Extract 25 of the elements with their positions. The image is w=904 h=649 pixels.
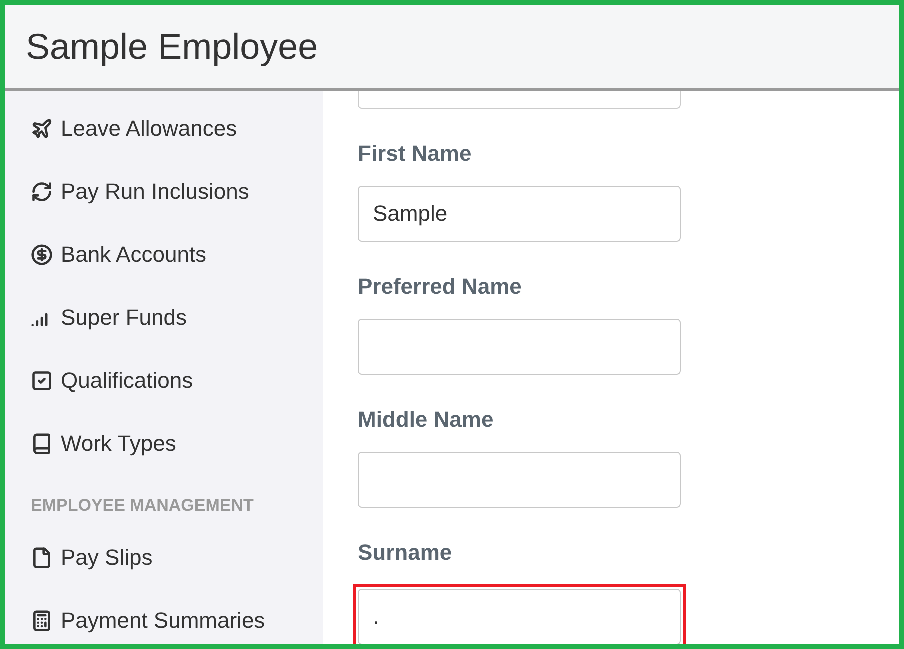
sidebar-item[interactable]: Pay Run Inclusions <box>61 178 250 206</box>
file-icon <box>31 546 53 568</box>
sidebar-item[interactable]: Bank Accounts <box>61 241 207 269</box>
sidebar-item[interactable]: Payment Summaries <box>61 606 266 634</box>
sidebar-heading: EMPLOYEE MANAGEMENT <box>31 495 255 517</box>
field-label: First Name <box>358 140 473 168</box>
window-title: Sample Employee <box>26 24 318 68</box>
text-field[interactable]: Sample <box>358 186 681 242</box>
plane-icon <box>31 118 53 140</box>
text-field[interactable] <box>358 319 681 375</box>
dollar-icon <box>31 244 53 266</box>
text-field[interactable]: . <box>358 589 681 644</box>
field-label: Middle Name <box>358 406 495 434</box>
field-label: Preferred Name <box>358 273 523 301</box>
sidebar-item[interactable]: Super Funds <box>61 304 187 332</box>
checkbox-icon <box>31 370 53 392</box>
book-icon <box>31 433 53 455</box>
text-field[interactable] <box>358 452 681 508</box>
sidebar-item[interactable]: Qualifications <box>61 367 194 395</box>
calculator-icon <box>31 610 53 632</box>
sidebar-item[interactable]: Pay Slips <box>61 544 153 572</box>
sidebar-item[interactable]: Work Types <box>61 430 176 458</box>
refresh-icon <box>31 181 53 203</box>
sidebar-item[interactable]: Leave Allowances <box>61 115 238 143</box>
field-label: Surname <box>358 539 454 567</box>
